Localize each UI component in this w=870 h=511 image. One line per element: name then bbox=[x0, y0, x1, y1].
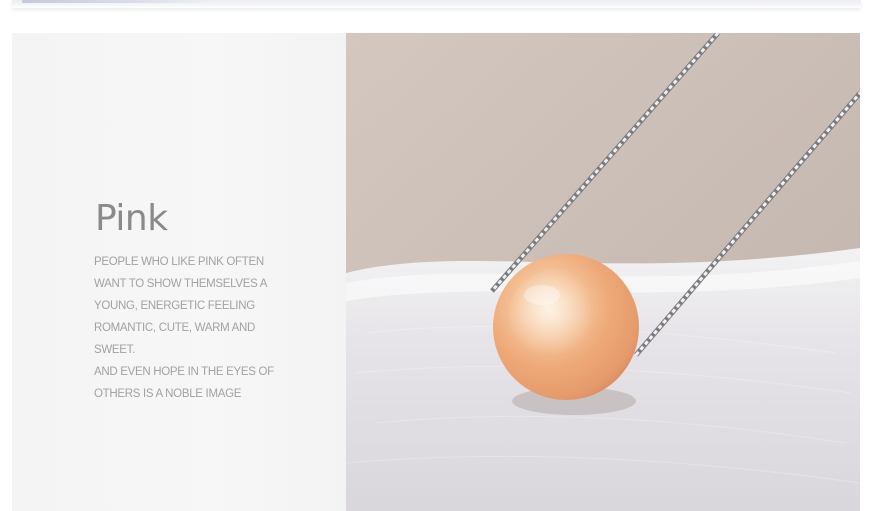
description-line: SWEET. bbox=[94, 344, 136, 356]
pearl-pendant-illustration bbox=[346, 33, 860, 511]
description-line: ROMANTIC, CUTE, WARM AND bbox=[94, 322, 256, 334]
description-line: PEOPLE WHO LIKE PINK OFTEN bbox=[94, 256, 264, 268]
pearl-pendant-photo bbox=[346, 33, 860, 511]
description-line: WANT TO SHOW THEMSELVES A bbox=[94, 278, 268, 290]
text-panel: Pink PEOPLE WHO LIKE PINK OFTEN WANT TO … bbox=[12, 33, 346, 511]
top-accent-bar bbox=[22, 0, 212, 3]
color-description: PEOPLE WHO LIKE PINK OFTEN WANT TO SHOW … bbox=[94, 251, 334, 405]
description-line: OTHERS IS A NOBLE IMAGE bbox=[94, 388, 242, 400]
pearl-glint bbox=[524, 285, 560, 305]
top-divider-strip bbox=[12, 0, 861, 8]
pearl-highlight bbox=[508, 269, 608, 369]
description-line: AND EVEN HOPE IN THE EYES OF bbox=[94, 366, 274, 378]
description-line: YOUNG, ENERGETIC FEELING bbox=[94, 300, 255, 312]
color-heading: Pink bbox=[95, 198, 168, 239]
